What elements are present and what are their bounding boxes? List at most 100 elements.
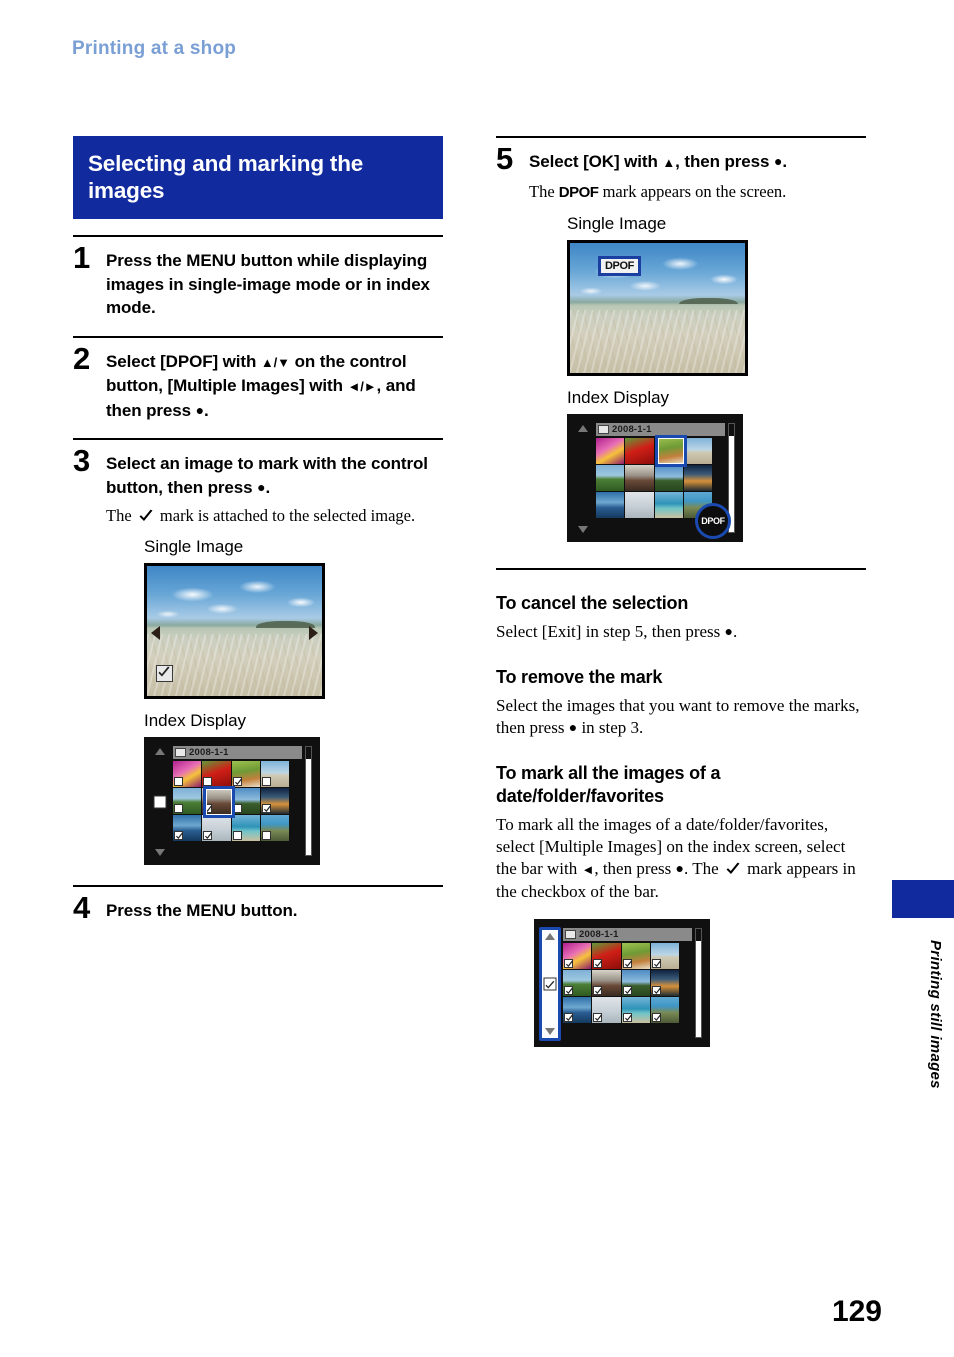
index-scroll-bar-left: [151, 745, 168, 859]
index-header-bar: 2008-1-1: [563, 927, 692, 941]
left-column: Selecting and marking the images 1 Press…: [73, 136, 443, 923]
thumbnail-grid: [596, 437, 712, 518]
divider: [73, 335, 443, 338]
beach-photo: [147, 566, 322, 696]
beach-photo: [570, 242, 745, 373]
body-text-a: The: [106, 506, 136, 525]
page-number: 129: [831, 1295, 882, 1328]
leftright-arrows-icon: ◄/►: [347, 379, 377, 394]
thumbnail: [650, 996, 679, 1023]
thumbnail: [683, 464, 712, 491]
thumb-checkbox-checked: [564, 1012, 573, 1022]
scrollbar-thumb[interactable]: [696, 928, 701, 941]
step-title: Press the MENU button.: [106, 901, 298, 920]
scroll-up-icon: [577, 424, 588, 432]
subheading-cancel-selection: To cancel the selection: [496, 592, 689, 613]
thumbnail: [173, 788, 202, 814]
island-shape: [255, 621, 315, 628]
updown-arrows-icon: ▲/▼: [260, 354, 290, 370]
index-date-label: 2008-1-1: [189, 747, 229, 758]
thumb-checkbox-checked: [651, 1012, 661, 1022]
divider: [73, 438, 443, 440]
thumbnail: [592, 996, 621, 1023]
thumb-checkbox-checked: [593, 958, 603, 968]
thumbnail: [260, 788, 289, 814]
divider: [73, 235, 443, 237]
thumb-checkbox: [203, 831, 213, 840]
thumbnail: [202, 815, 231, 841]
thumbnail: [592, 969, 621, 996]
text-a: Select [Exit] in step 5, then press: [496, 621, 725, 641]
index-scrollbar[interactable]: [695, 927, 702, 1038]
scroll-down-icon: [545, 1027, 555, 1035]
selection-checkbox: [156, 665, 173, 682]
thumb-checkbox: [232, 804, 242, 813]
subheading-mark-all: To mark all the images of a date/folder/…: [496, 762, 721, 806]
step-number: 4: [73, 890, 91, 925]
thumbnail: [621, 942, 650, 969]
thumb-checkbox: [261, 804, 271, 813]
thumbnail: [260, 815, 289, 841]
right-column: 5 Select [OK] with ▲, then press ●. The …: [496, 136, 866, 1047]
index-header-bar: 2008-1-1: [596, 422, 725, 436]
step-2: 2 Select [DPOF] with ▲/▼ on the control …: [73, 343, 443, 423]
thumb-checkbox: [261, 831, 271, 840]
next-arrow-icon: [309, 625, 318, 640]
thumb-checkbox: [232, 777, 242, 786]
thumb-checkbox: [203, 804, 213, 813]
prev-arrow-icon: [151, 625, 160, 640]
thumb-checkbox: [174, 831, 183, 840]
step-text-a: Select [OK] with: [529, 152, 663, 171]
thumbnail: [654, 437, 683, 464]
index-date-label: 2008-1-1: [579, 928, 619, 940]
center-button-icon: ●: [195, 401, 204, 418]
thumbnail-grid: [173, 761, 289, 841]
thumb-checkbox-checked: [622, 1012, 632, 1022]
scroll-up-icon: [545, 932, 555, 940]
side-tab-marker: [892, 880, 954, 918]
thumbnail: [625, 437, 654, 464]
lcd-single-image-screen-dpof: DPOF: [567, 239, 748, 376]
thumb-checkbox: [174, 804, 183, 813]
text-c: . The: [684, 858, 723, 878]
checkmark-icon: [138, 509, 154, 524]
thumb-checkbox-checked: [622, 985, 632, 995]
index-scrollbar[interactable]: [305, 746, 312, 856]
dpof-round-badge: DPOF: [695, 502, 731, 539]
thumbnail: [260, 761, 289, 787]
bar-checkbox-checked: [543, 977, 557, 990]
thumbnail: [231, 761, 260, 787]
thumbnail: [625, 464, 654, 491]
folder-icon: [598, 424, 609, 434]
text-b: in step 3.: [577, 717, 644, 737]
step-title: Select [DPOF] with ▲/▼ on the control bu…: [106, 350, 443, 423]
lcd-index-screen-all-marked: 2008-1-1: [534, 918, 710, 1047]
scrollbar-thumb[interactable]: [306, 747, 311, 759]
scroll-up-icon: [154, 748, 165, 755]
up-arrow-icon: ▲: [662, 155, 676, 170]
caption-single-image: Single Image: [144, 537, 244, 556]
scrollbar-thumb[interactable]: [729, 423, 734, 436]
thumbnail: [202, 788, 231, 814]
step-text-g: .: [782, 152, 787, 171]
thumb-checkbox-checked: [593, 985, 603, 995]
thumbnail: [596, 437, 625, 464]
body-text-b: mark appears on the screen.: [598, 181, 787, 201]
water-ripples: [147, 633, 322, 696]
thumbnail: [654, 491, 683, 518]
bar-checkbox: [153, 795, 166, 809]
caption-index-display: Index Display: [567, 387, 670, 407]
index-header-bar: 2008-1-1: [173, 746, 302, 759]
divider: [496, 136, 866, 138]
checkmark-icon: [725, 861, 741, 876]
thumb-checkbox-checked: [651, 958, 661, 968]
step-text-a: Select [DPOF] with: [106, 351, 261, 371]
step-title: Select an image to mark with the control…: [106, 452, 443, 499]
step-number: 1: [73, 240, 91, 275]
thumbnail: [231, 815, 260, 841]
thumbnail: [563, 942, 592, 969]
thumbnail: [650, 942, 679, 969]
center-button-icon: ●: [675, 861, 685, 877]
thumbnail: [650, 969, 679, 996]
text-b: .: [732, 621, 738, 641]
